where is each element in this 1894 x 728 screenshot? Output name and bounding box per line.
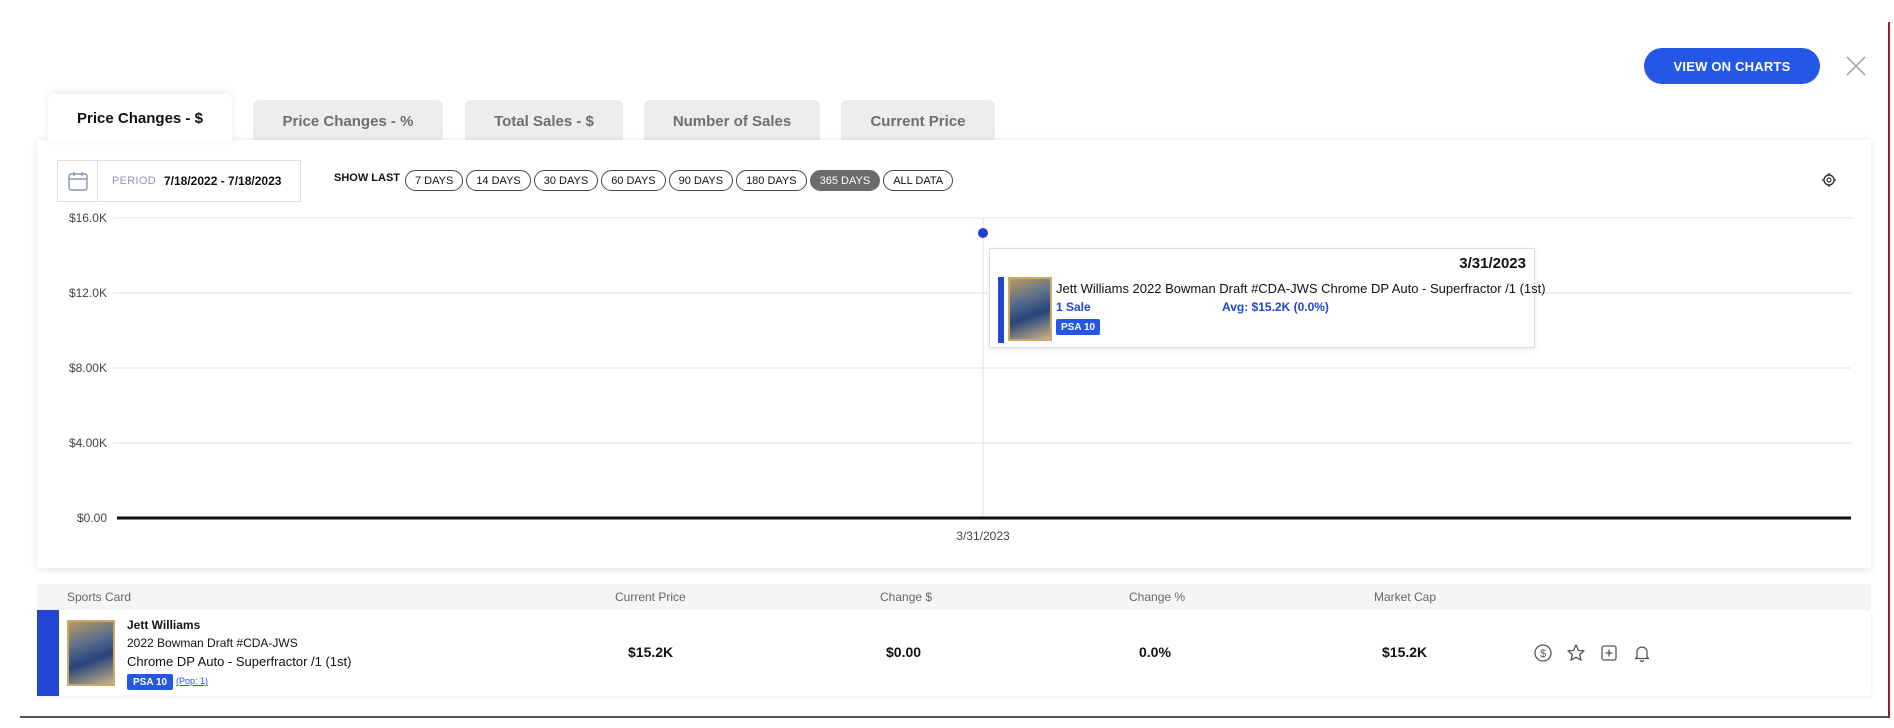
grade-badge: PSA 10 bbox=[127, 674, 174, 690]
modal-bottom-edge bbox=[20, 716, 1888, 728]
bell-icon[interactable] bbox=[1632, 643, 1652, 663]
period-value: 7/18/2022 - 7/18/2023 bbox=[163, 174, 282, 188]
chart-panel: $16.0K $12.0K $8.00K $4.00K $0.00 3/31/2023 P… bbox=[37, 140, 1871, 568]
range-90-days[interactable]: 90 DAYS bbox=[668, 170, 734, 191]
tab-price-changes-percent[interactable]: Price Changes - % bbox=[253, 100, 443, 142]
gear-icon[interactable] bbox=[1821, 172, 1837, 188]
tooltip-card-title: Jett Williams 2022 Bowman Draft #CDA-JWS… bbox=[1056, 281, 1546, 296]
range-pills: 7 DAYS 14 DAYS 30 DAYS 60 DAYS 90 DAYS 1… bbox=[405, 170, 954, 191]
range-180-days[interactable]: 180 DAYS bbox=[736, 170, 807, 191]
card-thumbnail[interactable] bbox=[67, 620, 115, 686]
y-tick-label: $0.00 bbox=[77, 511, 107, 525]
y-tick-label: $4.00K bbox=[69, 436, 107, 450]
range-30-days[interactable]: 30 DAYS bbox=[533, 170, 599, 191]
period-selector[interactable]: PERIOD 7/18/2022 - 7/18/2023 bbox=[57, 160, 301, 202]
card-variant-name: Chrome DP Auto - Superfractor /1 (1st) bbox=[127, 654, 352, 669]
change-percent-value: 0.0% bbox=[1139, 644, 1171, 660]
range-7-days[interactable]: 7 DAYS bbox=[405, 170, 464, 191]
view-on-charts-button[interactable]: VIEW ON CHARTS bbox=[1644, 48, 1820, 84]
price-chart: $16.0K $12.0K $8.00K $4.00K $0.00 3/31/2023 bbox=[69, 211, 1851, 543]
calendar-icon[interactable] bbox=[58, 161, 98, 201]
modal-page: VIEW ON CHARTS Price Changes - $ Price C… bbox=[0, 0, 1894, 728]
y-tick-label: $8.00K bbox=[69, 361, 107, 375]
tab-current-price[interactable]: Current Price bbox=[841, 100, 995, 142]
tooltip-accent-bar bbox=[998, 277, 1004, 343]
show-last-label: SHOW LAST bbox=[334, 172, 400, 184]
range-365-days[interactable]: 365 DAYS bbox=[809, 170, 881, 191]
modal-right-edge bbox=[1888, 22, 1890, 718]
dollar-circle-icon[interactable]: $ bbox=[1533, 643, 1553, 663]
table-header: Sports Card Current Price Change $ Chang… bbox=[37, 584, 1871, 610]
table-row[interactable]: Jett Williams 2022 Bowman Draft #CDA-JWS… bbox=[37, 610, 1871, 696]
card-thumbnail bbox=[1008, 277, 1052, 341]
header-sports-card[interactable]: Sports Card bbox=[67, 590, 131, 604]
range-60-days[interactable]: 60 DAYS bbox=[601, 170, 666, 191]
header-current-price[interactable]: Current Price bbox=[615, 590, 686, 604]
header-market-cap[interactable]: Market Cap bbox=[1374, 590, 1436, 604]
tooltip-average: Avg: $15.2K (0.0%) bbox=[1222, 300, 1329, 314]
market-cap-value: $15.2K bbox=[1382, 644, 1428, 660]
current-price-value: $15.2K bbox=[628, 644, 674, 660]
period-label: PERIOD bbox=[112, 175, 156, 187]
tooltip-grade-badge: PSA 10 bbox=[1056, 319, 1101, 335]
star-icon[interactable] bbox=[1566, 643, 1586, 663]
tab-total-sales-dollar[interactable]: Total Sales - $ bbox=[465, 100, 623, 142]
y-tick-label: $16.0K bbox=[69, 211, 107, 225]
data-point bbox=[978, 228, 988, 238]
range-all-data[interactable]: ALL DATA bbox=[883, 170, 954, 191]
y-tick-label: $12.0K bbox=[69, 286, 107, 300]
range-14-days[interactable]: 14 DAYS bbox=[466, 170, 531, 191]
header-change-percent[interactable]: Change % bbox=[1129, 590, 1185, 604]
card-player-name[interactable]: Jett Williams bbox=[127, 618, 200, 632]
add-square-icon[interactable] bbox=[1599, 643, 1619, 663]
change-dollar-value: $0.00 bbox=[886, 644, 922, 660]
card-set-name: 2022 Bowman Draft #CDA-JWS bbox=[127, 636, 298, 650]
x-tick-label: 3/31/2023 bbox=[956, 529, 1010, 543]
tooltip-sales-count: 1 Sale bbox=[1056, 300, 1091, 314]
header-change-dollar[interactable]: Change $ bbox=[880, 590, 932, 604]
svg-text:$: $ bbox=[1540, 648, 1546, 660]
row-accent-bar bbox=[37, 610, 59, 696]
tab-price-changes-dollar[interactable]: Price Changes - $ bbox=[48, 94, 232, 142]
tab-number-of-sales[interactable]: Number of Sales bbox=[644, 100, 820, 142]
tooltip-date: 3/31/2023 bbox=[1459, 255, 1526, 272]
chart-tooltip: 3/31/2023 Jett Williams 2022 Bowman Draf… bbox=[989, 248, 1546, 348]
close-icon[interactable] bbox=[1842, 52, 1870, 80]
population-link[interactable]: (Pop: 1) bbox=[176, 676, 208, 686]
